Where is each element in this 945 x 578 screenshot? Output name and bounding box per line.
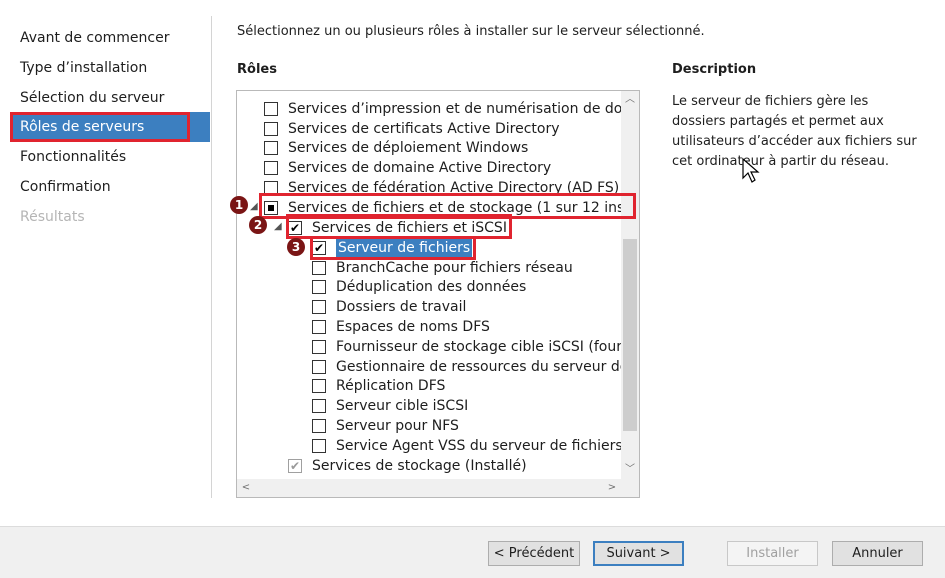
checkbox[interactable] — [312, 379, 326, 393]
nav-item-resultats: Résultats — [20, 209, 85, 225]
nav-item-confirmation[interactable]: Confirmation — [10, 172, 210, 202]
description-text: Le serveur de fichiers gère les dossiers… — [672, 94, 917, 169]
checkbox[interactable] — [312, 439, 326, 453]
description-heading: Description — [672, 62, 757, 77]
annotation-highlight-box — [10, 112, 190, 142]
chevron-right-icon[interactable]: > — [603, 479, 621, 497]
annotation-badge-3: 3 — [287, 238, 305, 256]
checkbox[interactable] — [312, 241, 326, 255]
previous-button[interactable]: < Précédent — [488, 541, 580, 566]
role-label: Services de déploiement Windows — [288, 140, 529, 156]
checkbox[interactable] — [288, 221, 302, 235]
tree-expanded-icon[interactable]: ◢ — [250, 201, 258, 212]
checkbox[interactable] — [312, 399, 326, 413]
role-item-serveur-nfs[interactable]: Serveur pour NFS — [312, 416, 459, 436]
nav-item-type-installation[interactable]: Type d’installation — [10, 53, 210, 83]
chevron-left-icon[interactable]: < — [237, 479, 255, 497]
role-label: Services de certificats Active Directory — [288, 121, 560, 137]
role-item-certificats[interactable]: Services de certificats Active Directory — [264, 119, 560, 139]
nav-divider — [211, 16, 212, 498]
role-item-gestionnaire-ressources[interactable]: Gestionnaire de ressources du serveur de… — [312, 357, 640, 377]
role-item-agent-vss[interactable]: Service Agent VSS du serveur de fichiers — [312, 436, 623, 456]
scrollbar-thumb[interactable] — [623, 239, 637, 431]
checkbox[interactable] — [264, 122, 278, 136]
checkbox[interactable] — [312, 340, 326, 354]
checkbox[interactable] — [312, 280, 326, 294]
role-item-fichiers-iscsi[interactable]: Services de fichiers et iSCSI — [288, 218, 507, 238]
checkbox[interactable] — [312, 261, 326, 275]
roles-list[interactable]: Services d’impression et de numérisation… — [236, 90, 640, 498]
role-item-impression[interactable]: Services d’impression et de numérisation… — [264, 99, 640, 119]
checkbox[interactable] — [264, 161, 278, 175]
role-item-dossiers-travail[interactable]: Dossiers de travail — [312, 297, 466, 317]
role-label: Serveur pour NFS — [336, 418, 459, 434]
role-label: Gestionnaire de ressources du serveur de… — [336, 359, 640, 375]
next-button[interactable]: Suivant > — [593, 541, 684, 566]
role-label: Services de domaine Active Directory — [288, 160, 552, 176]
checkbox[interactable] — [312, 300, 326, 314]
role-label: Fournisseur de stockage cible iSCSI (fou… — [336, 339, 640, 355]
role-item-serveur-cible-iscsi[interactable]: Serveur cible iSCSI — [312, 396, 468, 416]
role-label: Services d’impression et de numérisation… — [288, 101, 640, 117]
role-item-domaine-ad[interactable]: Services de domaine Active Directory — [264, 158, 551, 178]
wizard-footer: < Précédent Suivant > Installer Annuler — [0, 526, 945, 578]
role-item-branchcache[interactable]: BranchCache pour fichiers réseau — [312, 258, 573, 278]
vertical-scrollbar[interactable]: ︿ ﹀ — [621, 91, 639, 479]
cancel-button[interactable]: Annuler — [832, 541, 923, 566]
role-item-services-stockage: Services de stockage (Installé) — [288, 456, 527, 476]
install-button: Installer — [727, 541, 818, 566]
checkbox[interactable] — [264, 102, 278, 116]
checkbox[interactable] — [312, 320, 326, 334]
role-label: Serveur de fichiers — [336, 238, 473, 258]
nav-item-roles-serveurs[interactable]: Rôles de serveurs — [10, 112, 210, 142]
instruction-text: Sélectionnez un ou plusieurs rôles à ins… — [237, 24, 705, 39]
role-item-adfs[interactable]: Services de fédération Active Directory … — [264, 178, 619, 198]
nav-item-avant-de-commencer[interactable]: Avant de commencer — [10, 23, 210, 53]
chevron-up-icon[interactable]: ︿ — [621, 91, 639, 109]
checkbox[interactable] — [264, 141, 278, 155]
role-label: Services de fédération Active Directory … — [288, 180, 620, 196]
annotation-badge-1: 1 — [230, 196, 248, 214]
role-label: Services de fichiers et iSCSI — [312, 220, 507, 236]
role-label: Services de fichiers et de stockage (1 s… — [288, 200, 640, 216]
nav-item-fonctionnalites[interactable]: Fonctionnalités — [10, 142, 210, 172]
wizard-navigation: Avant de commencer Type d’installation S… — [0, 0, 212, 500]
role-item-fichiers-stockage[interactable]: Services de fichiers et de stockage (1 s… — [264, 198, 640, 218]
role-item-deploiement[interactable]: Services de déploiement Windows — [264, 138, 528, 158]
checkbox — [288, 459, 302, 473]
role-item-espaces-noms-dfs[interactable]: Espaces de noms DFS — [312, 317, 490, 337]
checkbox[interactable] — [312, 360, 326, 374]
role-label: Réplication DFS — [336, 378, 446, 394]
checkbox[interactable] — [264, 201, 278, 215]
role-label: Déduplication des données — [336, 279, 527, 295]
role-label: Serveur cible iSCSI — [336, 398, 469, 414]
nav-item-selection-serveur[interactable]: Sélection du serveur — [10, 83, 210, 113]
checkbox[interactable] — [312, 419, 326, 433]
chevron-down-icon[interactable]: ﹀ — [621, 461, 639, 479]
role-item-deduplication[interactable]: Déduplication des données — [312, 277, 526, 297]
role-label: Dossiers de travail — [336, 299, 467, 315]
role-label: Services de stockage (Installé) — [312, 458, 527, 474]
role-item-serveur-fichiers[interactable]: Serveur de fichiers — [312, 238, 473, 258]
horizontal-scrollbar[interactable]: < > — [237, 479, 639, 497]
role-label: Service Agent VSS du serveur de fichiers — [336, 438, 623, 454]
roles-heading: Rôles — [237, 62, 277, 77]
annotation-badge-2: 2 — [249, 216, 267, 234]
role-label: Espaces de noms DFS — [336, 319, 490, 335]
role-label: BranchCache pour fichiers réseau — [336, 260, 573, 276]
checkbox[interactable] — [264, 181, 278, 195]
role-item-replication-dfs[interactable]: Réplication DFS — [312, 376, 445, 396]
role-item-fournisseur-iscsi[interactable]: Fournisseur de stockage cible iSCSI (fou… — [312, 337, 640, 357]
tree-expanded-icon[interactable]: ◢ — [274, 221, 282, 232]
cursor-icon — [742, 158, 760, 183]
